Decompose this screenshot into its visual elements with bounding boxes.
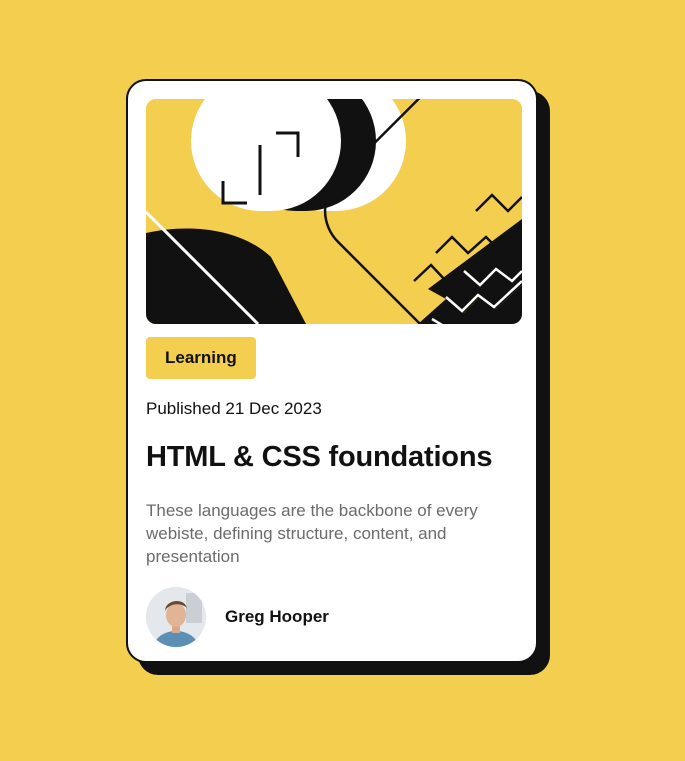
hero-illustration (146, 99, 522, 324)
card-title[interactable]: HTML & CSS foundations (146, 441, 492, 474)
category-tag: Learning (146, 337, 256, 379)
author-info: Greg Hooper (146, 586, 329, 648)
card-description: These languages are the backbone of ever… (146, 501, 478, 566)
author-avatar (146, 587, 206, 647)
published-date: Published 21 Dec 2023 (146, 399, 322, 418)
blog-preview-card: Learning Published 21 Dec 2023 HTML & CS… (126, 79, 538, 663)
author-name: Greg Hooper (225, 607, 329, 626)
